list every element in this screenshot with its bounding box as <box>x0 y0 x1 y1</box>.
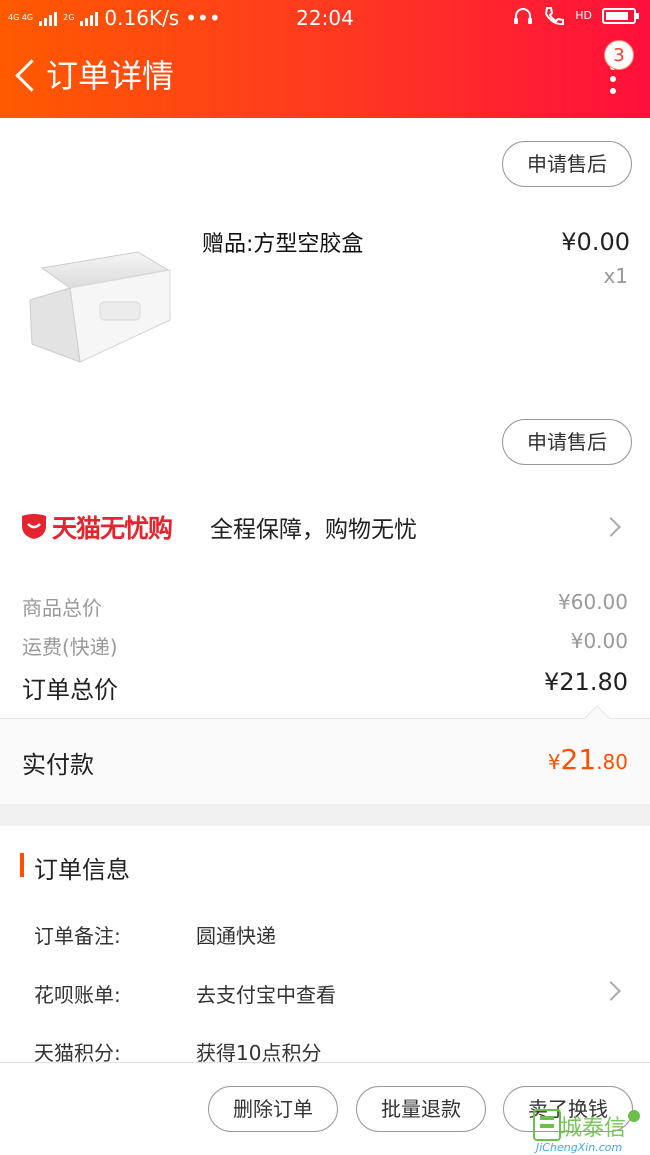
battery-fill <box>606 12 628 20</box>
watermark-url: JiChengXin.com <box>536 1141 623 1154</box>
remark-label: 订单备注: <box>34 924 121 948</box>
nav-bar: 订单详情 <box>0 44 650 110</box>
paid-value: ¥21.80 <box>548 743 628 776</box>
hd-label: HD <box>575 9 592 22</box>
after-sale-button[interactable]: 申请售后 <box>502 141 632 187</box>
order-info-title: 订单信息 <box>34 856 130 884</box>
status-right: HD <box>513 6 639 26</box>
watermark-text: 城泰信 <box>560 1116 627 1141</box>
order-total-value: ¥21.80 <box>544 668 628 696</box>
tmall-shield-icon <box>22 514 46 539</box>
after-sale-button-2[interactable]: 申请售后 <box>502 419 632 465</box>
notification-badge: 3 <box>604 40 634 70</box>
chevron-right-icon <box>601 517 621 537</box>
header-bar: 4G 4G 2G 0.16K/s ••• 22:04 HD 订单详情 3 <box>0 0 650 118</box>
remark-value: 圆通快递 <box>196 924 276 948</box>
paid-amount-box: 实付款 ¥21.80 <box>0 705 650 804</box>
product-name[interactable]: 赠品:方型空胶盒 <box>202 226 363 258</box>
back-button[interactable] <box>12 58 38 94</box>
paid-box-notch <box>584 705 610 731</box>
section-accent-bar <box>20 853 24 877</box>
goods-total-label: 商品总价 <box>22 596 102 620</box>
goods-total-value: ¥60.00 <box>558 590 628 614</box>
huabei-label: 花呗账单: <box>34 983 121 1007</box>
section-divider <box>0 804 650 826</box>
phone-icon <box>545 7 565 26</box>
shipping-label: 运费(快递) <box>22 635 118 659</box>
paid-integer: 21 <box>560 743 597 776</box>
product-price: ¥0.00 <box>561 228 630 256</box>
guarantee-row[interactable]: 天猫无忧购 全程保障，购物无忧 <box>0 492 650 562</box>
product-quantity: x1 <box>603 264 628 288</box>
paid-decimal: .80 <box>596 750 628 774</box>
shipping-value: ¥0.00 <box>570 629 628 653</box>
paid-currency: ¥ <box>547 750 561 774</box>
paid-label: 实付款 <box>22 751 94 779</box>
page-title: 订单详情 <box>46 57 175 95</box>
headphone-icon <box>514 8 533 24</box>
status-bar: 4G 4G 2G 0.16K/s ••• 22:04 HD <box>0 0 650 36</box>
chevron-right-icon <box>601 981 621 1001</box>
guarantee-brand: 天猫无忧购 <box>52 514 173 543</box>
guarantee-text: 全程保障，购物无忧 <box>210 517 417 543</box>
product-image[interactable] <box>20 240 180 380</box>
batch-refund-button[interactable]: 批量退款 <box>356 1086 486 1132</box>
huabei-link[interactable]: 去支付宝中查看 <box>196 979 336 1008</box>
delete-order-button[interactable]: 删除订单 <box>208 1086 338 1132</box>
battery-icon <box>602 8 639 24</box>
order-total-label: 订单总价 <box>22 676 118 704</box>
